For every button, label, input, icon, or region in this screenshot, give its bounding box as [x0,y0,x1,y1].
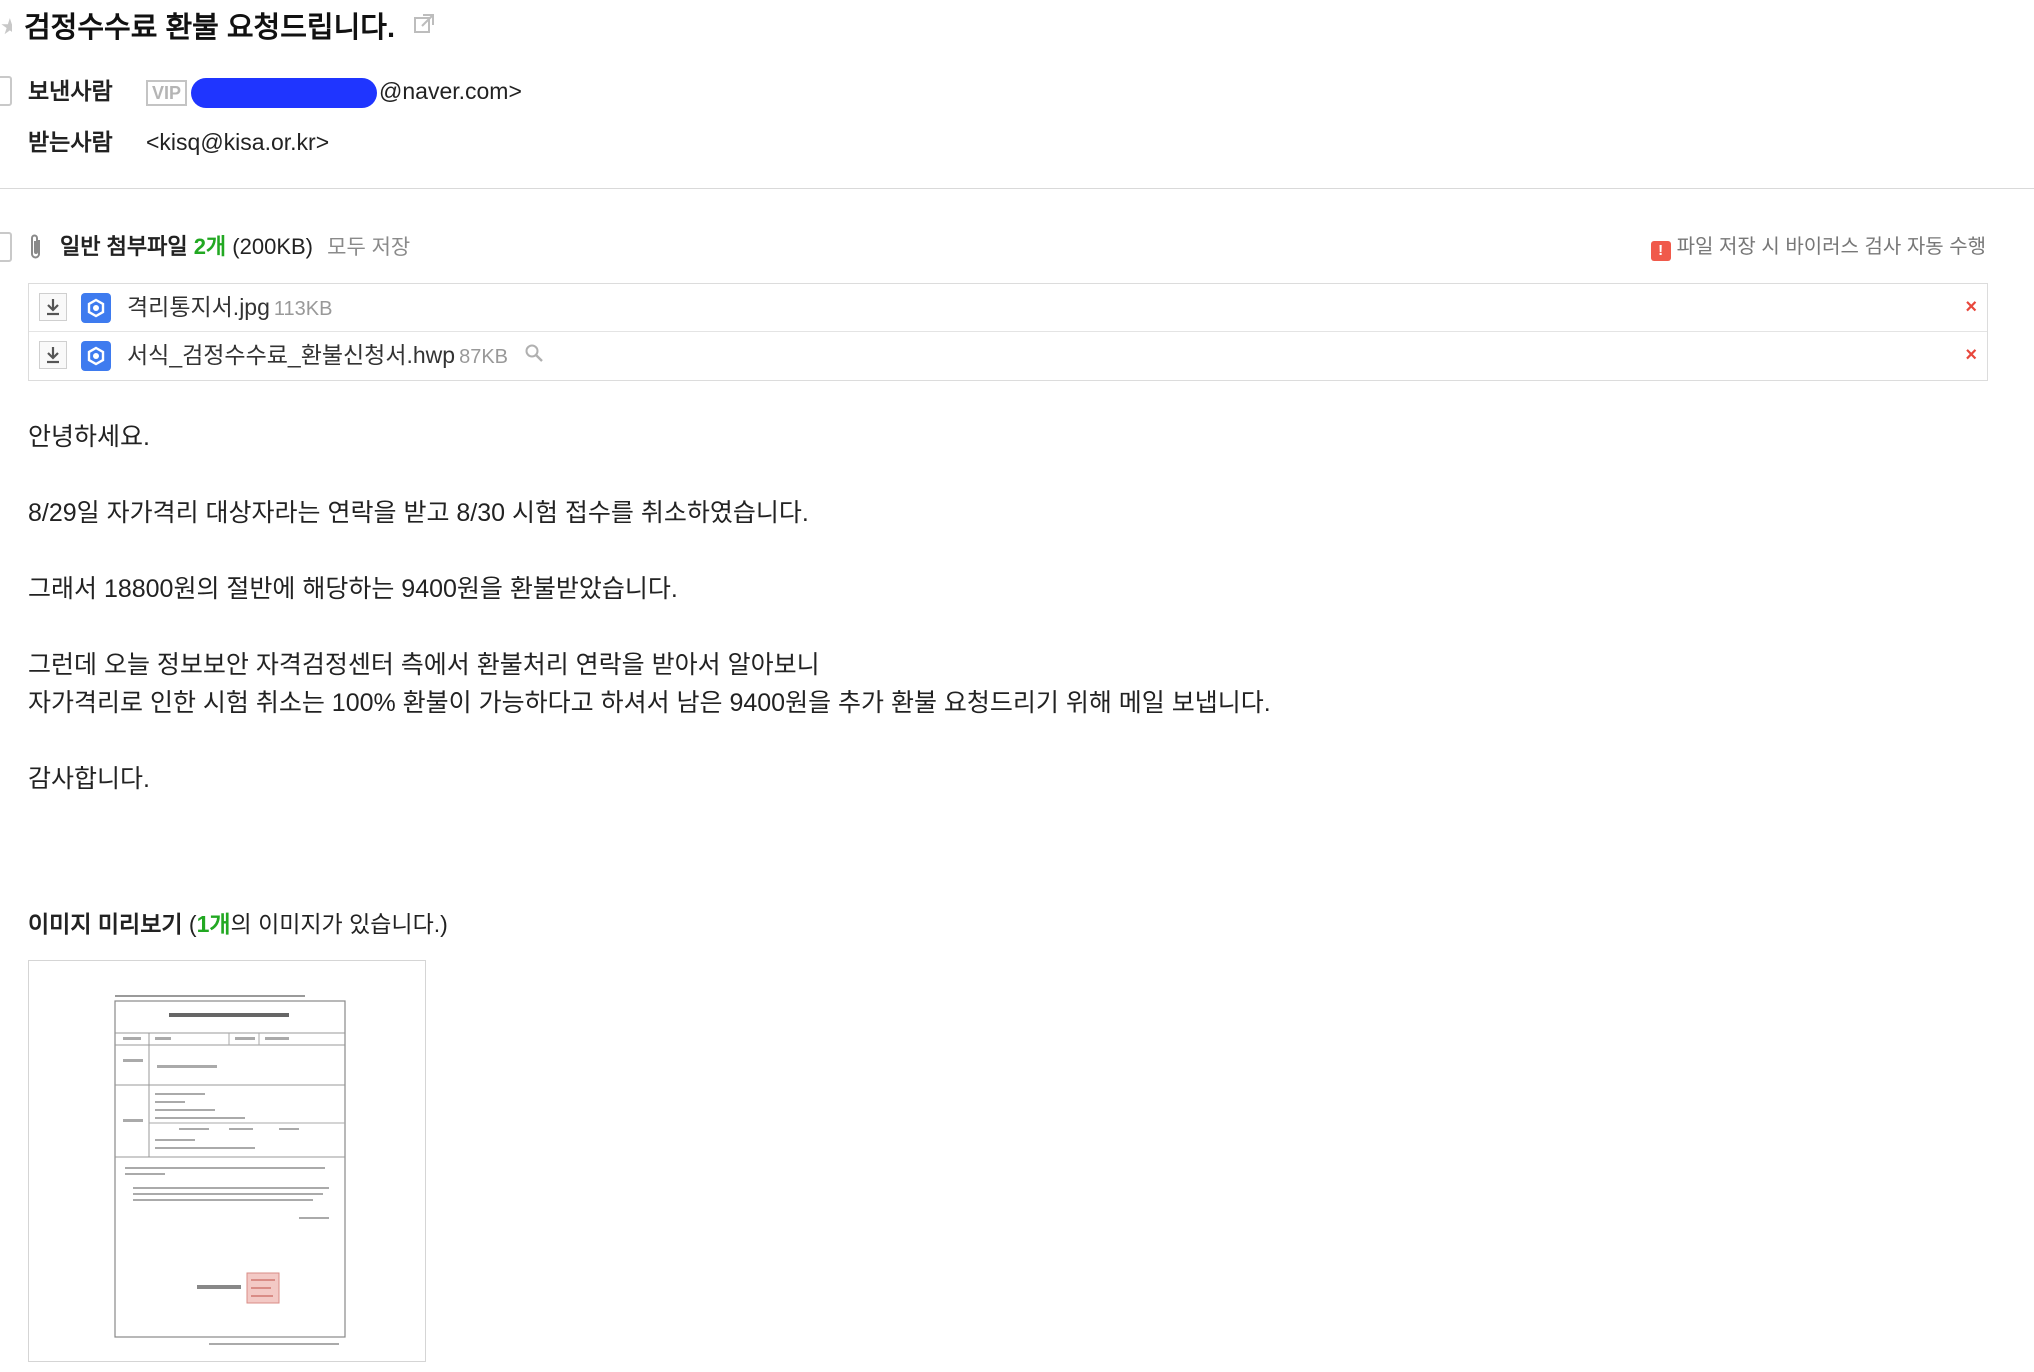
star-icon[interactable]: ★ [0,16,12,38]
download-button[interactable] [39,293,67,321]
image-preview-title: 이미지 미리보기 (1개의 이미지가 있습니다.) [28,908,448,940]
recipient-address[interactable]: <kisq@kisa.or.kr> [146,127,329,157]
attachment-size: 87KB [459,346,509,368]
subject-text: 검정수수료 환불 요청드립니다. [24,12,396,44]
attachment-item: 서식_검정수수료_환불신청서.hwp 87KB × [29,332,1987,379]
save-all-link[interactable]: 모두 저장 [327,236,410,259]
attachment-name: 격리통지서.jpg [127,294,270,320]
attachment-item: 격리통지서.jpg 113KB × [29,284,1987,332]
cloud-file-icon [81,293,111,323]
body-line: 그런데 오늘 정보보안 자격검정센터 측에서 환불처리 연락을 받아서 알아보니 [28,651,820,679]
cloud-file-icon [81,341,111,371]
body-line: 감사합니다. [28,765,150,793]
sender-domain: @naver.com> [379,78,522,104]
warning-icon: ! [1650,241,1671,261]
attachments-label: 일반 첨부파일 [60,234,188,259]
attachments-total-size: (200KB) [232,234,314,259]
virus-scan-notice: ! 파일 저장 시 바이러스 검사 자동 수행 [1650,232,1986,262]
body-line: 자가격리로 인한 시험 취소는 100% 환불이 가능하다고 하셔서 남은 94… [28,689,1271,717]
redaction-mark [191,77,378,108]
attachments-count: 2개 [193,234,227,259]
virus-scan-text: 파일 저장 시 바이러스 검사 자동 수행 [1676,236,1986,258]
paperclip-icon [28,233,44,266]
preview-paren: ( [182,911,197,937]
body-line: 그래서 18800원의 절반에 해당하는 9400원을 환불받았습니다. [28,575,678,603]
vip-badge: VIP [146,79,188,106]
preview-label: 이미지 미리보기 [28,911,183,937]
delete-icon[interactable]: × [1965,294,1977,320]
attachment-list: 격리통지서.jpg 113KB × 서식_검정수수료_환불신청서.hwp 87KB [28,283,1988,381]
download-button[interactable] [39,341,67,369]
magnifier-icon[interactable] [524,340,544,370]
attachment-link[interactable]: 서식_검정수수료_환불신청서.hwp 87KB [127,340,544,372]
to-label: 받는사람 [28,129,113,155]
from-label: 보낸사람 [28,78,113,104]
attachment-name: 서식_검정수수료_환불신청서.hwp [127,342,456,368]
document-scan-image [29,961,425,1361]
preview-suffix: 의 이미지가 있습니다.) [230,911,448,937]
attachment-checkbox[interactable] [0,232,12,262]
attachment-size: 113KB [273,298,333,320]
delete-icon[interactable]: × [1965,342,1977,368]
sender-address[interactable]: VIP @naver.com> [146,76,522,108]
attachments-title: 일반 첨부파일 2개 (200KB) 모두 저장 [60,232,410,263]
header-divider [0,188,2034,189]
attachment-link[interactable]: 격리통지서.jpg 113KB [127,292,332,324]
row-checkbox[interactable] [0,76,12,106]
mail-subject: 검정수수료 환불 요청드립니다. [24,8,435,48]
image-thumbnail[interactable] [28,960,426,1362]
body-line: 안녕하세요. [28,423,150,451]
body-line: 8/29일 자가격리 대상자라는 연락을 받고 8/30 시험 접수를 취소하였… [28,499,809,527]
preview-count: 1개 [196,911,231,937]
external-link-icon[interactable] [413,6,435,46]
